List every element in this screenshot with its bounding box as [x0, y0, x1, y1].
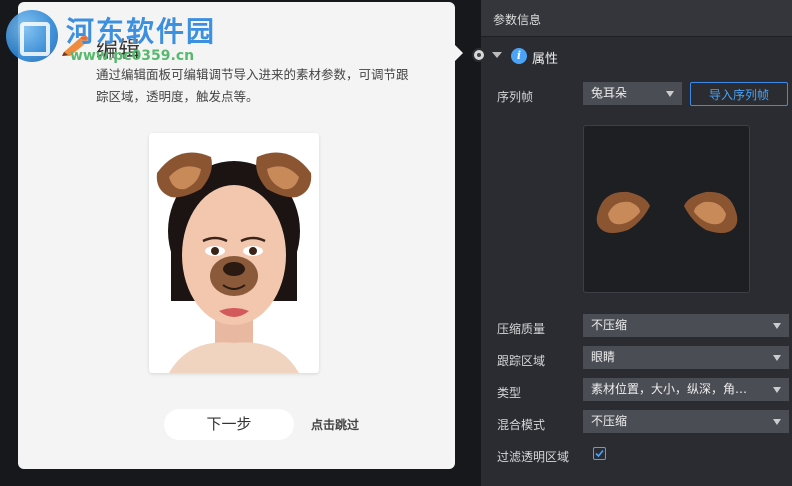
type-select[interactable]: 素材位置，大小，纵深，角… — [583, 378, 789, 401]
dropdown-arrow-icon — [773, 419, 781, 425]
import-sequence-button[interactable]: 导入序列帧 — [690, 82, 788, 106]
filter-transparent-checkbox[interactable] — [593, 447, 606, 460]
info-icon: i — [511, 48, 527, 64]
step-indicator-dot — [472, 48, 486, 62]
next-step-button[interactable]: 下一步 — [164, 409, 294, 440]
watermark-url: www.pc0359.cn — [70, 48, 195, 64]
watermark-logo-icon — [6, 10, 58, 62]
panel-title: 参数信息 — [493, 13, 542, 27]
compression-quality-value: 不压缩 — [591, 318, 628, 332]
filter-transparent-label: 过滤透明区域 — [497, 450, 570, 464]
watermark-text: 河东软件园 — [66, 15, 217, 48]
type-label: 类型 — [497, 386, 522, 400]
tutorial-description: 通过编辑面板可编辑调节导入进来的素材参数，可调节跟踪区域，透明度，触发点等。 — [96, 67, 409, 104]
sequence-frame-select[interactable]: 兔耳朵 — [583, 82, 682, 105]
collapse-caret-icon[interactable] — [492, 52, 502, 58]
dropdown-arrow-icon — [773, 387, 781, 393]
skip-link[interactable]: 点击跳过 — [311, 416, 359, 433]
compression-quality-select[interactable]: 不压缩 — [583, 314, 789, 337]
blend-mode-value: 不压缩 — [591, 414, 628, 428]
type-value: 素材位置，大小，纵深，角… — [591, 382, 748, 396]
tracking-area-label: 跟踪区域 — [497, 354, 546, 368]
section-title: 属性 — [532, 52, 559, 67]
card-pointer — [455, 45, 463, 61]
checkmark-icon — [595, 449, 604, 458]
blend-mode-label: 混合模式 — [497, 418, 546, 432]
dropdown-arrow-icon — [773, 323, 781, 329]
dropdown-arrow-icon — [666, 91, 674, 97]
blend-mode-select[interactable]: 不压缩 — [583, 410, 789, 433]
tracking-area-select[interactable]: 眼睛 — [583, 346, 789, 369]
sequence-frame-label: 序列帧 — [497, 90, 534, 104]
compression-quality-label: 压缩质量 — [497, 322, 546, 336]
tracking-area-value: 眼睛 — [591, 350, 616, 364]
preview-photo — [149, 133, 319, 373]
sequence-preview — [583, 125, 750, 293]
sequence-frame-value: 兔耳朵 — [591, 86, 628, 100]
dropdown-arrow-icon — [773, 355, 781, 361]
